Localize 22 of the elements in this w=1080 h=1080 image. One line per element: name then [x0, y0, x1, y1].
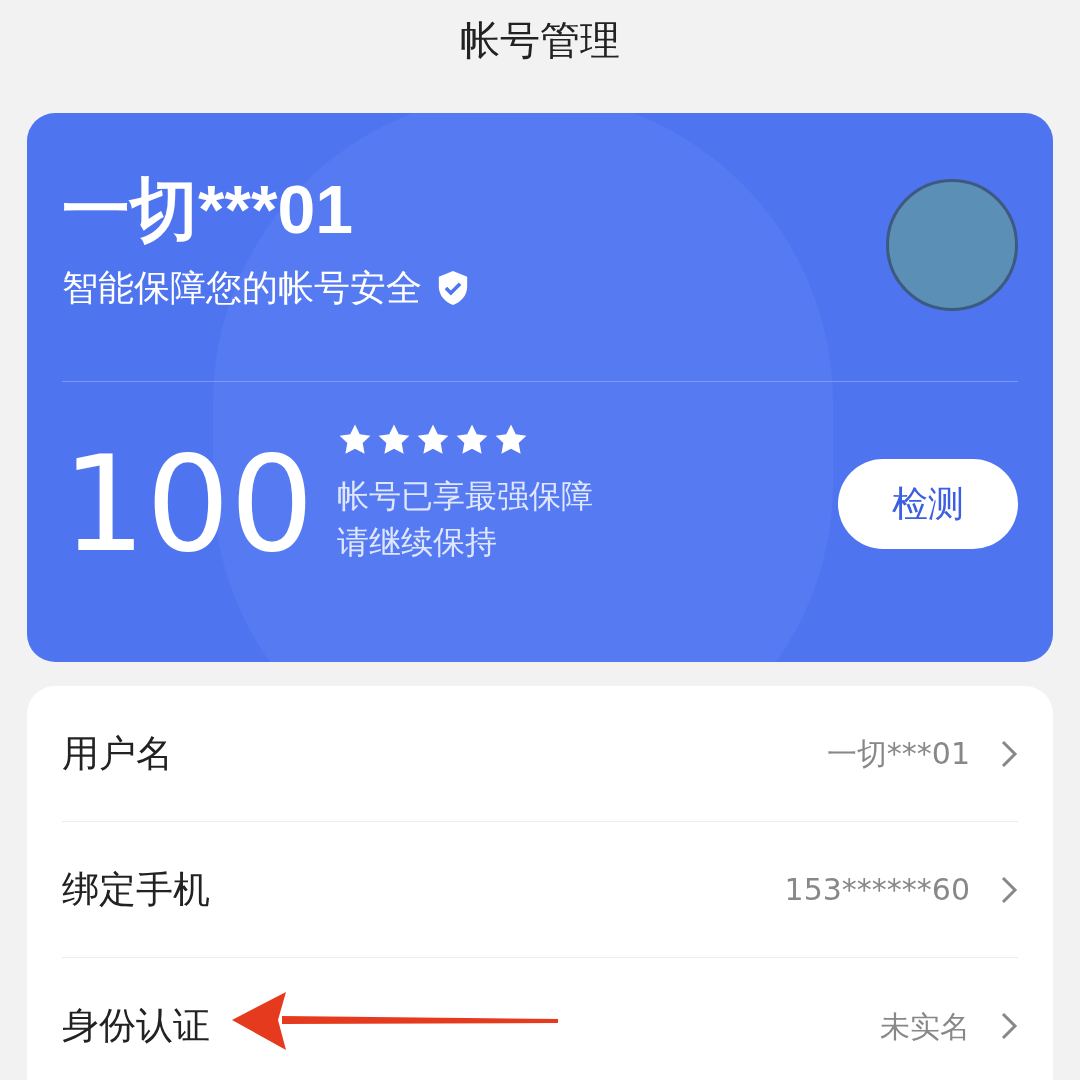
setting-value: 一切***01 [826, 735, 970, 773]
star-icon [493, 423, 529, 457]
setting-label: 绑定手机 [62, 866, 210, 913]
security-score: 100 [62, 438, 315, 570]
star-icon [376, 423, 412, 457]
setting-label: 用户名 [62, 730, 173, 777]
status-text: 帐号已享最强保障 [337, 476, 593, 517]
setting-value: 153******60 [784, 871, 970, 909]
account-name: 一切***01 [62, 175, 355, 243]
security-subtitle: 智能保障您的帐号安全 [62, 270, 422, 306]
status-text: 请继续保持 [337, 522, 498, 563]
check-button[interactable]: 检测 [838, 459, 1018, 549]
star-icon [454, 423, 490, 457]
chevron-right-icon[interactable] [1000, 1011, 1018, 1041]
shield-check-icon [436, 269, 470, 307]
page-title: 帐号管理 [460, 15, 620, 65]
star-icon [415, 423, 451, 457]
star-icon [337, 423, 373, 457]
setting-value: 未实名 [880, 1007, 970, 1046]
chevron-right-icon[interactable] [1000, 874, 1018, 905]
setting-label: 身份认证 [62, 1003, 210, 1050]
chevron-right-icon[interactable] [1000, 738, 1018, 769]
